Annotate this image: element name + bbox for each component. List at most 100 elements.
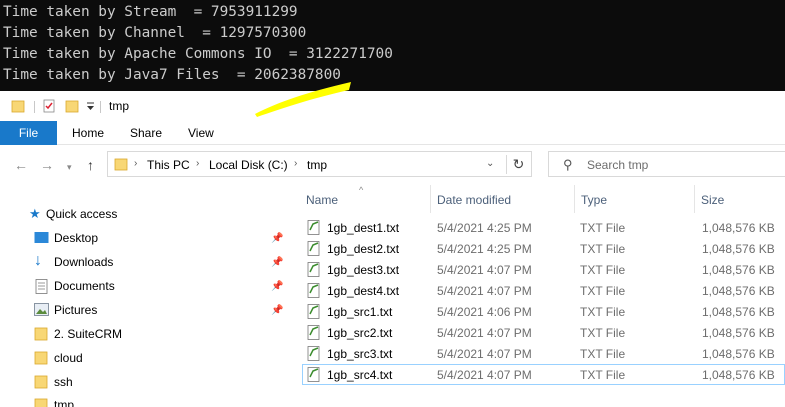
column-header-size[interactable]: Size	[701, 193, 724, 207]
folder-icon	[34, 398, 48, 407]
file-size: 1,048,576 KB	[702, 221, 775, 235]
download-arrow-icon: ↓	[34, 252, 42, 269]
breadcrumb-separator-icon[interactable]: ›	[196, 158, 199, 169]
column-headers: ^ Name Date modified Type Size	[296, 185, 785, 213]
column-header-type[interactable]: Type	[581, 193, 607, 207]
console-window: Time taken by Stream = 7953911299 Time t…	[0, 0, 785, 91]
file-row[interactable]: 1gb_src1.txt 5/4/2021 4:06 PM TXT File 1…	[302, 301, 785, 322]
file-name: 1gb_src2.txt	[327, 326, 393, 340]
highlight-scribble	[255, 82, 351, 117]
nav-item-quick-access[interactable]: ★ Quick access	[0, 204, 296, 226]
nav-label: 2. SuiteCRM	[54, 327, 123, 341]
pictures-icon	[34, 303, 49, 316]
search-placeholder: Search tmp	[587, 158, 649, 172]
nav-item-desktop[interactable]: Desktop 📌	[0, 228, 296, 250]
file-type: TXT File	[580, 368, 626, 382]
nav-item-downloads[interactable]: ↓ Downloads 📌	[0, 252, 296, 274]
file-size: 1,048,576 KB	[702, 326, 775, 340]
file-row[interactable]: 1gb_src2.txt 5/4/2021 4:07 PM TXT File 1…	[302, 322, 785, 343]
forward-arrow-icon[interactable]: →	[40, 157, 54, 173]
text-file-icon	[307, 304, 320, 319]
star-icon: ★	[29, 206, 41, 221]
file-name: 1gb_dest1.txt	[327, 221, 400, 235]
nav-label: Pictures	[54, 303, 98, 317]
column-header-name[interactable]: Name	[306, 193, 338, 207]
properties-icon[interactable]	[42, 99, 56, 113]
column-divider[interactable]	[694, 185, 695, 213]
breadcrumb-local-disk[interactable]: Local Disk (C:)	[209, 158, 288, 172]
nav-label: Desktop	[54, 231, 99, 245]
chevron-down-icon[interactable]: ⌄	[486, 158, 494, 169]
file-type: TXT File	[580, 326, 626, 340]
file-type: TXT File	[580, 347, 626, 361]
file-date: 5/4/2021 4:07 PM	[437, 326, 532, 340]
file-size: 1,048,576 KB	[702, 284, 775, 298]
pin-icon: 📌	[271, 281, 284, 292]
nav-label: ssh	[54, 375, 73, 389]
file-row[interactable]: 1gb_dest1.txt 5/4/2021 4:25 PM TXT File …	[302, 217, 785, 238]
file-size: 1,048,576 KB	[702, 263, 775, 277]
refresh-icon[interactable]: ↻	[506, 155, 530, 174]
pin-icon: 📌	[271, 305, 284, 316]
file-row[interactable]: 1gb_src3.txt 5/4/2021 4:07 PM TXT File 1…	[302, 343, 785, 364]
breadcrumb-separator-icon[interactable]: ›	[134, 158, 137, 169]
file-name: 1gb_src1.txt	[327, 305, 393, 319]
tab-share[interactable]: Share	[130, 121, 162, 145]
text-file-icon	[307, 325, 320, 340]
folder-icon	[34, 327, 48, 341]
recent-locations-icon[interactable]: ▾	[67, 159, 72, 175]
text-file-icon	[307, 220, 320, 235]
column-divider[interactable]	[574, 185, 575, 213]
text-file-icon	[307, 367, 320, 382]
tab-file[interactable]: File	[0, 121, 57, 145]
file-size: 1,048,576 KB	[702, 368, 775, 382]
console-line-stream: Time taken by Stream = 7953911299	[3, 4, 298, 20]
file-type: TXT File	[580, 263, 626, 277]
column-divider[interactable]	[430, 185, 431, 213]
folder-icon	[34, 375, 48, 389]
ribbon-tabs: File Home Share View	[0, 121, 785, 145]
file-type: TXT File	[580, 242, 626, 256]
nav-item-cloud[interactable]: cloud	[0, 348, 296, 370]
folder-icon	[34, 351, 48, 365]
nav-item-ssh[interactable]: ssh	[0, 372, 296, 394]
nav-item-pictures[interactable]: Pictures 📌	[0, 300, 296, 322]
address-bar[interactable]: › This PC › Local Disk (C:) › tmp ⌄ ↻	[107, 151, 532, 177]
toolbar-divider	[100, 101, 101, 113]
pin-icon: 📌	[271, 257, 284, 268]
file-date: 5/4/2021 4:07 PM	[437, 347, 532, 361]
navigation-bar: ← → ▾ ↑ › This PC › Local Disk (C:) › tm…	[0, 145, 785, 185]
console-line-channel: Time taken by Channel = 1297570300	[3, 25, 307, 41]
folder-icon	[11, 100, 25, 113]
breadcrumb-this-pc[interactable]: This PC	[147, 158, 190, 172]
file-row[interactable]: 1gb_dest3.txt 5/4/2021 4:07 PM TXT File …	[302, 259, 785, 280]
file-date: 5/4/2021 4:07 PM	[437, 368, 532, 382]
file-row[interactable]: 1gb_dest4.txt 5/4/2021 4:07 PM TXT File …	[302, 280, 785, 301]
breadcrumb-separator-icon[interactable]: ›	[294, 158, 297, 169]
nav-item-tmp[interactable]: tmp	[0, 395, 296, 407]
file-row[interactable]: 1gb_dest2.txt 5/4/2021 4:25 PM TXT File …	[302, 238, 785, 259]
back-arrow-icon[interactable]: ←	[14, 157, 28, 173]
up-arrow-icon[interactable]: ↑	[87, 157, 94, 173]
new-folder-icon[interactable]	[65, 99, 79, 113]
nav-item-suitecrm[interactable]: 2. SuiteCRM	[0, 324, 296, 346]
search-input[interactable]: ⚲ Search tmp	[548, 151, 785, 177]
column-header-date[interactable]: Date modified	[437, 193, 511, 207]
file-type: TXT File	[580, 305, 626, 319]
file-row-selected[interactable]: 1gb_src4.txt 5/4/2021 4:07 PM TXT File 1…	[302, 364, 785, 385]
toolbar-divider	[34, 101, 35, 113]
text-file-icon	[307, 241, 320, 256]
file-date: 5/4/2021 4:07 PM	[437, 263, 532, 277]
customize-toolbar-icon[interactable]	[86, 101, 95, 111]
tab-home[interactable]: Home	[72, 121, 104, 145]
file-type: TXT File	[580, 221, 626, 235]
breadcrumb-tmp[interactable]: tmp	[307, 158, 327, 172]
file-size: 1,048,576 KB	[702, 305, 775, 319]
search-icon: ⚲	[563, 157, 573, 172]
nav-item-documents[interactable]: Documents 📌	[0, 276, 296, 298]
tab-view[interactable]: View	[188, 121, 214, 145]
window-title: tmp	[109, 99, 130, 113]
text-file-icon	[307, 283, 320, 298]
nav-label: tmp	[54, 398, 75, 407]
nav-label: Documents	[54, 279, 115, 293]
